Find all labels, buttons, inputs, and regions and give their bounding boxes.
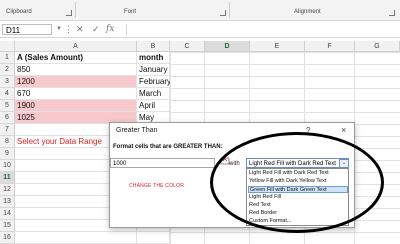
column-header-b[interactable]: B: [137, 41, 170, 52]
cell-b3[interactable]: February: [137, 76, 171, 88]
row-header[interactable]: 13: [0, 196, 15, 208]
dialog-title: Greater Than: [116, 127, 158, 134]
column-header-c[interactable]: C: [170, 41, 205, 52]
annotation-oval: [210, 132, 384, 233]
row-header[interactable]: 5: [0, 100, 15, 112]
name-box-dropdown-icon[interactable]: ▼: [56, 23, 62, 35]
row-header[interactable]: 10: [0, 160, 15, 172]
cell-a4[interactable]: 670: [15, 88, 137, 100]
select-all-corner[interactable]: [0, 41, 15, 52]
row-header[interactable]: 4: [0, 88, 15, 100]
column-header-g[interactable]: G: [355, 41, 400, 52]
close-icon[interactable]: ✕: [76, 23, 84, 35]
row-header[interactable]: 2: [0, 64, 15, 76]
cell-a16[interactable]: [15, 232, 137, 244]
cell-a2[interactable]: 850: [15, 64, 137, 76]
column-header-f[interactable]: F: [305, 41, 355, 52]
ribbon-group-clipboard: Clipboard: [6, 9, 32, 15]
row-header[interactable]: 3: [0, 76, 15, 88]
close-icon[interactable]: ×: [341, 125, 346, 135]
threshold-input[interactable]: 1000: [110, 158, 215, 168]
row-header[interactable]: 9: [0, 148, 15, 160]
more-options-icon: ⋮: [64, 24, 73, 34]
cell-a1[interactable]: A (Sales Amount): [15, 52, 137, 64]
row-header[interactable]: 8: [0, 136, 15, 148]
insert-function-icon[interactable]: fx: [106, 23, 114, 35]
name-box[interactable]: D11: [2, 24, 52, 35]
row-header[interactable]: 15: [0, 220, 15, 232]
row-header[interactable]: 14: [0, 208, 15, 220]
cell-a5[interactable]: 1900: [15, 100, 137, 112]
ribbon-separator: [229, 2, 230, 18]
font-dialog-launcher-icon[interactable]: [220, 10, 226, 16]
alignment-dialog-launcher-icon[interactable]: [389, 10, 395, 16]
dialog-prompt: Format cells that are GREATER THAN:: [113, 144, 223, 150]
column-header-d[interactable]: D: [205, 41, 250, 52]
row-header[interactable]: 12: [0, 184, 15, 196]
checkmark-icon[interactable]: ✓: [92, 23, 100, 35]
row-header-selected[interactable]: 11: [0, 172, 15, 184]
ribbon: Clipboard Font Alignment: [0, 0, 400, 21]
change-color-note: CHANGE THE COLOR: [129, 183, 185, 189]
formula-input[interactable]: [126, 24, 399, 35]
ribbon-group-alignment: Alignment: [294, 9, 321, 15]
row-header[interactable]: 16: [0, 232, 15, 244]
row-header[interactable]: 7: [0, 124, 15, 136]
cell-b2[interactable]: January: [137, 64, 170, 76]
column-header-a[interactable]: A: [15, 41, 137, 52]
cell-b4[interactable]: March: [137, 88, 170, 100]
clipboard-dialog-launcher-icon[interactable]: [66, 10, 72, 16]
column-header-e[interactable]: E: [250, 41, 305, 52]
row-header[interactable]: 1: [0, 52, 15, 64]
cell-b5[interactable]: April: [137, 100, 170, 112]
cell-b16[interactable]: [137, 232, 170, 244]
cell-a3[interactable]: 1200: [15, 76, 137, 88]
ribbon-separator: [75, 2, 76, 18]
row-header[interactable]: 6: [0, 112, 15, 124]
cell-b1[interactable]: month: [137, 52, 170, 64]
ribbon-group-font: Font: [124, 9, 137, 15]
